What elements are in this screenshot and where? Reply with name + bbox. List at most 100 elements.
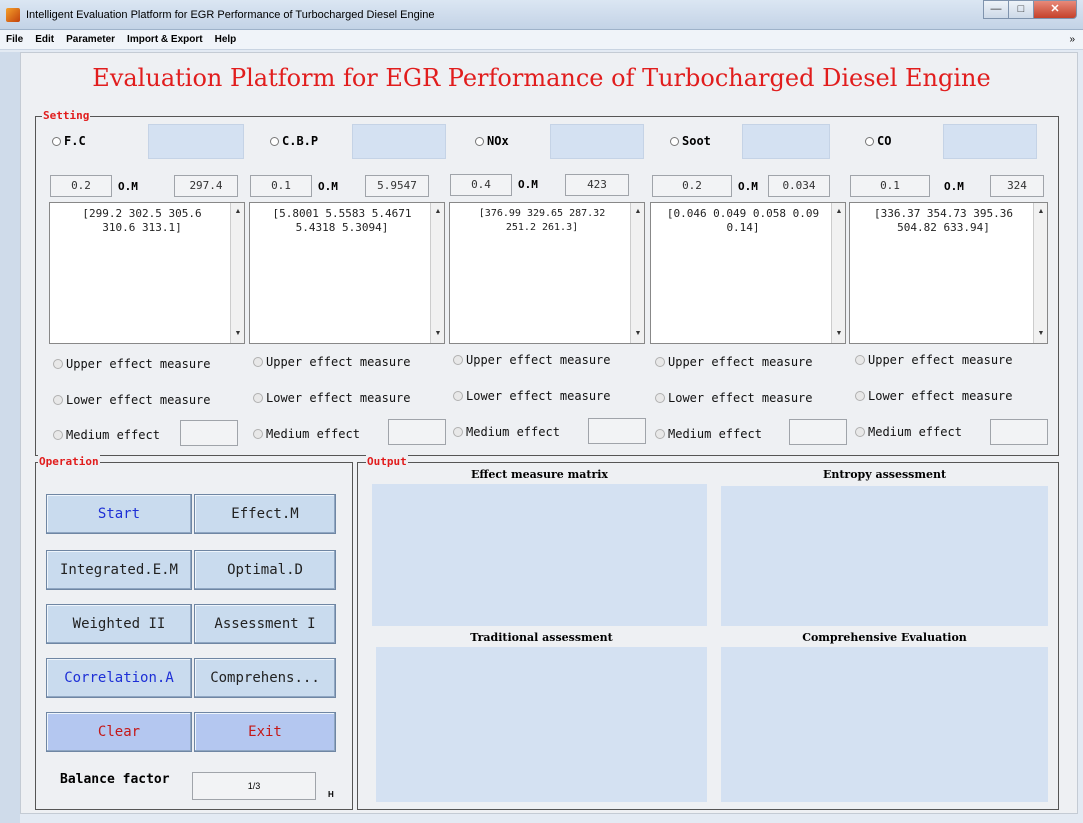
assessment-i-button[interactable]: Assessment I [194, 604, 336, 644]
fc-upper-label: Upper effect measure [66, 357, 211, 371]
soot-upper-label: Upper effect measure [668, 355, 813, 369]
cbp-medium-field[interactable] [388, 419, 446, 445]
start-button[interactable]: Start [46, 494, 192, 534]
co-lower-radio[interactable]: Lower effect measure [855, 389, 1013, 403]
nox-upper-radio[interactable]: Upper effect measure [453, 353, 611, 367]
nox-medium-radio[interactable]: Medium effect [453, 425, 560, 439]
cbp-medium-radio[interactable]: Medium effect [253, 427, 360, 441]
cbp-values-textarea[interactable]: [5.8001 5.5583 5.4671 5.4318 5.3094] ▲ ▼ [249, 202, 445, 344]
nox-medium-field[interactable] [588, 418, 646, 444]
scroll-down-icon[interactable]: ▼ [631, 327, 644, 341]
radio-icon [253, 429, 263, 439]
scrollbar[interactable]: ▲ ▼ [630, 203, 644, 343]
correlation-analysis-button[interactable]: Correlation.A [46, 658, 192, 698]
menu-help[interactable]: Help [215, 34, 237, 45]
radio-soot-label: Soot [682, 134, 711, 148]
menu-edit[interactable]: Edit [35, 34, 54, 45]
scrollbar[interactable]: ▲ ▼ [230, 203, 244, 343]
minimize-button[interactable]: — [983, 0, 1009, 19]
optimal-decision-button[interactable]: Optimal.D [194, 550, 336, 590]
soot-medium-field[interactable] [789, 419, 847, 445]
cbp-upper-label: Upper effect measure [266, 355, 411, 369]
fc-medium-radio[interactable]: Medium effect [53, 428, 160, 442]
cbp-om-field[interactable]: 5.9547 [365, 175, 429, 197]
scrollbar[interactable]: ▲ ▼ [430, 203, 444, 343]
balance-factor-field[interactable]: 1/3 [192, 772, 316, 800]
weighted-ii-button[interactable]: Weighted II [46, 604, 192, 644]
fc-lower-radio[interactable]: Lower effect measure [53, 393, 211, 407]
scroll-up-icon[interactable]: ▲ [1034, 205, 1047, 219]
radio-icon [270, 136, 279, 146]
nox-weight-field[interactable]: 0.4 [450, 174, 512, 196]
scroll-down-icon[interactable]: ▼ [431, 327, 444, 341]
toolbar-overflow-icon[interactable]: » [1069, 34, 1075, 45]
effect-measure-button[interactable]: Effect.M [194, 494, 336, 534]
title-bar: Intelligent Evaluation Platform for EGR … [0, 0, 1083, 30]
fc-medium-field[interactable] [180, 420, 238, 446]
soot-weight-field[interactable]: 0.2 [652, 175, 732, 197]
radio-icon [855, 355, 865, 365]
traditional-assessment-title: Traditional assessment [470, 631, 613, 644]
cbp-lower-radio[interactable]: Lower effect measure [253, 391, 411, 405]
scrollbar[interactable]: ▲ ▼ [831, 203, 845, 343]
radio-icon [453, 427, 463, 437]
scrollbar[interactable]: ▲ ▼ [1033, 203, 1047, 343]
fc-weight-field[interactable]: 0.2 [50, 175, 112, 197]
co-upper-radio[interactable]: Upper effect measure [855, 353, 1013, 367]
scroll-down-icon[interactable]: ▼ [832, 327, 845, 341]
co-weight-field[interactable]: 0.1 [850, 175, 930, 197]
co-upper-label: Upper effect measure [868, 353, 1013, 367]
soot-medium-radio[interactable]: Medium effect [655, 427, 762, 441]
comprehensive-button[interactable]: Comprehens... [194, 658, 336, 698]
scroll-up-icon[interactable]: ▲ [832, 205, 845, 219]
operation-legend: Operation [38, 455, 100, 469]
scroll-down-icon[interactable]: ▼ [1034, 327, 1047, 341]
matlab-app-icon [6, 8, 20, 22]
menu-parameter[interactable]: Parameter [66, 34, 115, 45]
clear-button[interactable]: Clear [46, 712, 192, 752]
radio-cbp[interactable]: C.B.P [270, 134, 318, 148]
radio-icon [475, 136, 484, 146]
fc-values-textarea[interactable]: [299.2 302.5 305.6 310.6 313.1] ▲ ▼ [49, 202, 245, 344]
fc-om-field[interactable]: 297.4 [174, 175, 238, 197]
fc-values-text: [299.2 302.5 305.6 310.6 313.1] [82, 207, 202, 234]
radio-fc[interactable]: F.C [52, 134, 86, 148]
radio-fc-label: F.C [64, 134, 86, 148]
radio-co-label: CO [877, 134, 892, 148]
soot-upper-radio[interactable]: Upper effect measure [655, 355, 813, 369]
nox-values-textarea[interactable]: [376.99 329.65 287.32 251.2 261.3] ▲ ▼ [449, 202, 645, 344]
scroll-down-icon[interactable]: ▼ [231, 327, 244, 341]
cbp-weight-field[interactable]: 0.1 [250, 175, 312, 197]
balance-unit-label: H [328, 790, 334, 799]
fc-lower-label: Lower effect measure [66, 393, 211, 407]
maximize-button[interactable]: □ [1008, 0, 1034, 19]
menu-import-export[interactable]: Import & Export [127, 34, 203, 45]
menu-file[interactable]: File [6, 34, 23, 45]
radio-icon [655, 393, 665, 403]
nox-lower-radio[interactable]: Lower effect measure [453, 389, 611, 403]
scroll-up-icon[interactable]: ▲ [231, 205, 244, 219]
entropy-assessment-panel [721, 486, 1048, 626]
co-medium-field[interactable] [990, 419, 1048, 445]
co-values-textarea[interactable]: [336.37 354.73 395.36 504.82 633.94] ▲ ▼ [849, 202, 1048, 344]
exit-button[interactable]: Exit [194, 712, 336, 752]
fc-upper-radio[interactable]: Upper effect measure [53, 357, 211, 371]
cbp-upper-radio[interactable]: Upper effect measure [253, 355, 411, 369]
radio-icon [53, 395, 63, 405]
co-lower-label: Lower effect measure [868, 389, 1013, 403]
scroll-up-icon[interactable]: ▲ [631, 205, 644, 219]
co-medium-radio[interactable]: Medium effect [855, 425, 962, 439]
radio-nox[interactable]: NOx [475, 134, 509, 148]
nox-om-field[interactable]: 423 [565, 174, 629, 196]
close-button[interactable]: ✕ [1033, 0, 1077, 19]
integrated-effect-measure-button[interactable]: Integrated.E.M [46, 550, 192, 590]
soot-lower-radio[interactable]: Lower effect measure [655, 391, 813, 405]
nox-om-label: O.M [518, 178, 538, 191]
soot-om-field[interactable]: 0.034 [768, 175, 830, 197]
cbp-result-box [352, 124, 446, 159]
radio-co[interactable]: CO [865, 134, 891, 148]
radio-soot[interactable]: Soot [670, 134, 711, 148]
scroll-up-icon[interactable]: ▲ [431, 205, 444, 219]
soot-values-textarea[interactable]: [0.046 0.049 0.058 0.09 0.14] ▲ ▼ [650, 202, 846, 344]
co-om-field[interactable]: 324 [990, 175, 1044, 197]
